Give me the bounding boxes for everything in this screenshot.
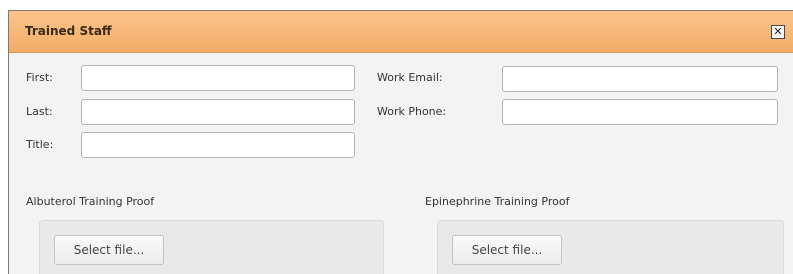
work-phone-label: Work Phone: xyxy=(377,105,447,118)
dialog-title: Trained Staff xyxy=(25,24,112,38)
last-name-label: Last: xyxy=(26,105,53,118)
work-email-field[interactable] xyxy=(502,66,778,92)
dialog-titlebar: Trained Staff ✕ xyxy=(9,11,793,53)
work-phone-field[interactable] xyxy=(502,99,778,125)
epinephrine-select-file-button[interactable]: Select file... xyxy=(452,235,562,265)
epinephrine-upload-area: Select file... xyxy=(437,220,784,274)
albuterol-select-file-button[interactable]: Select file... xyxy=(54,235,164,265)
albuterol-section-heading: Albuterol Training Proof xyxy=(26,195,155,208)
last-name-field[interactable] xyxy=(81,99,355,125)
title-label: Title: xyxy=(26,138,54,151)
trained-staff-dialog: Trained Staff ✕ First: Last: Title: Work… xyxy=(8,10,793,274)
title-field[interactable] xyxy=(81,132,355,158)
close-icon: ✕ xyxy=(773,25,783,38)
work-email-label: Work Email: xyxy=(377,71,443,84)
albuterol-upload-area: Select file... xyxy=(39,220,384,274)
first-name-label: First: xyxy=(26,71,53,84)
epinephrine-section-heading: Epinephrine Training Proof xyxy=(425,195,570,208)
first-name-field[interactable] xyxy=(81,65,355,91)
close-button[interactable]: ✕ xyxy=(771,25,785,39)
